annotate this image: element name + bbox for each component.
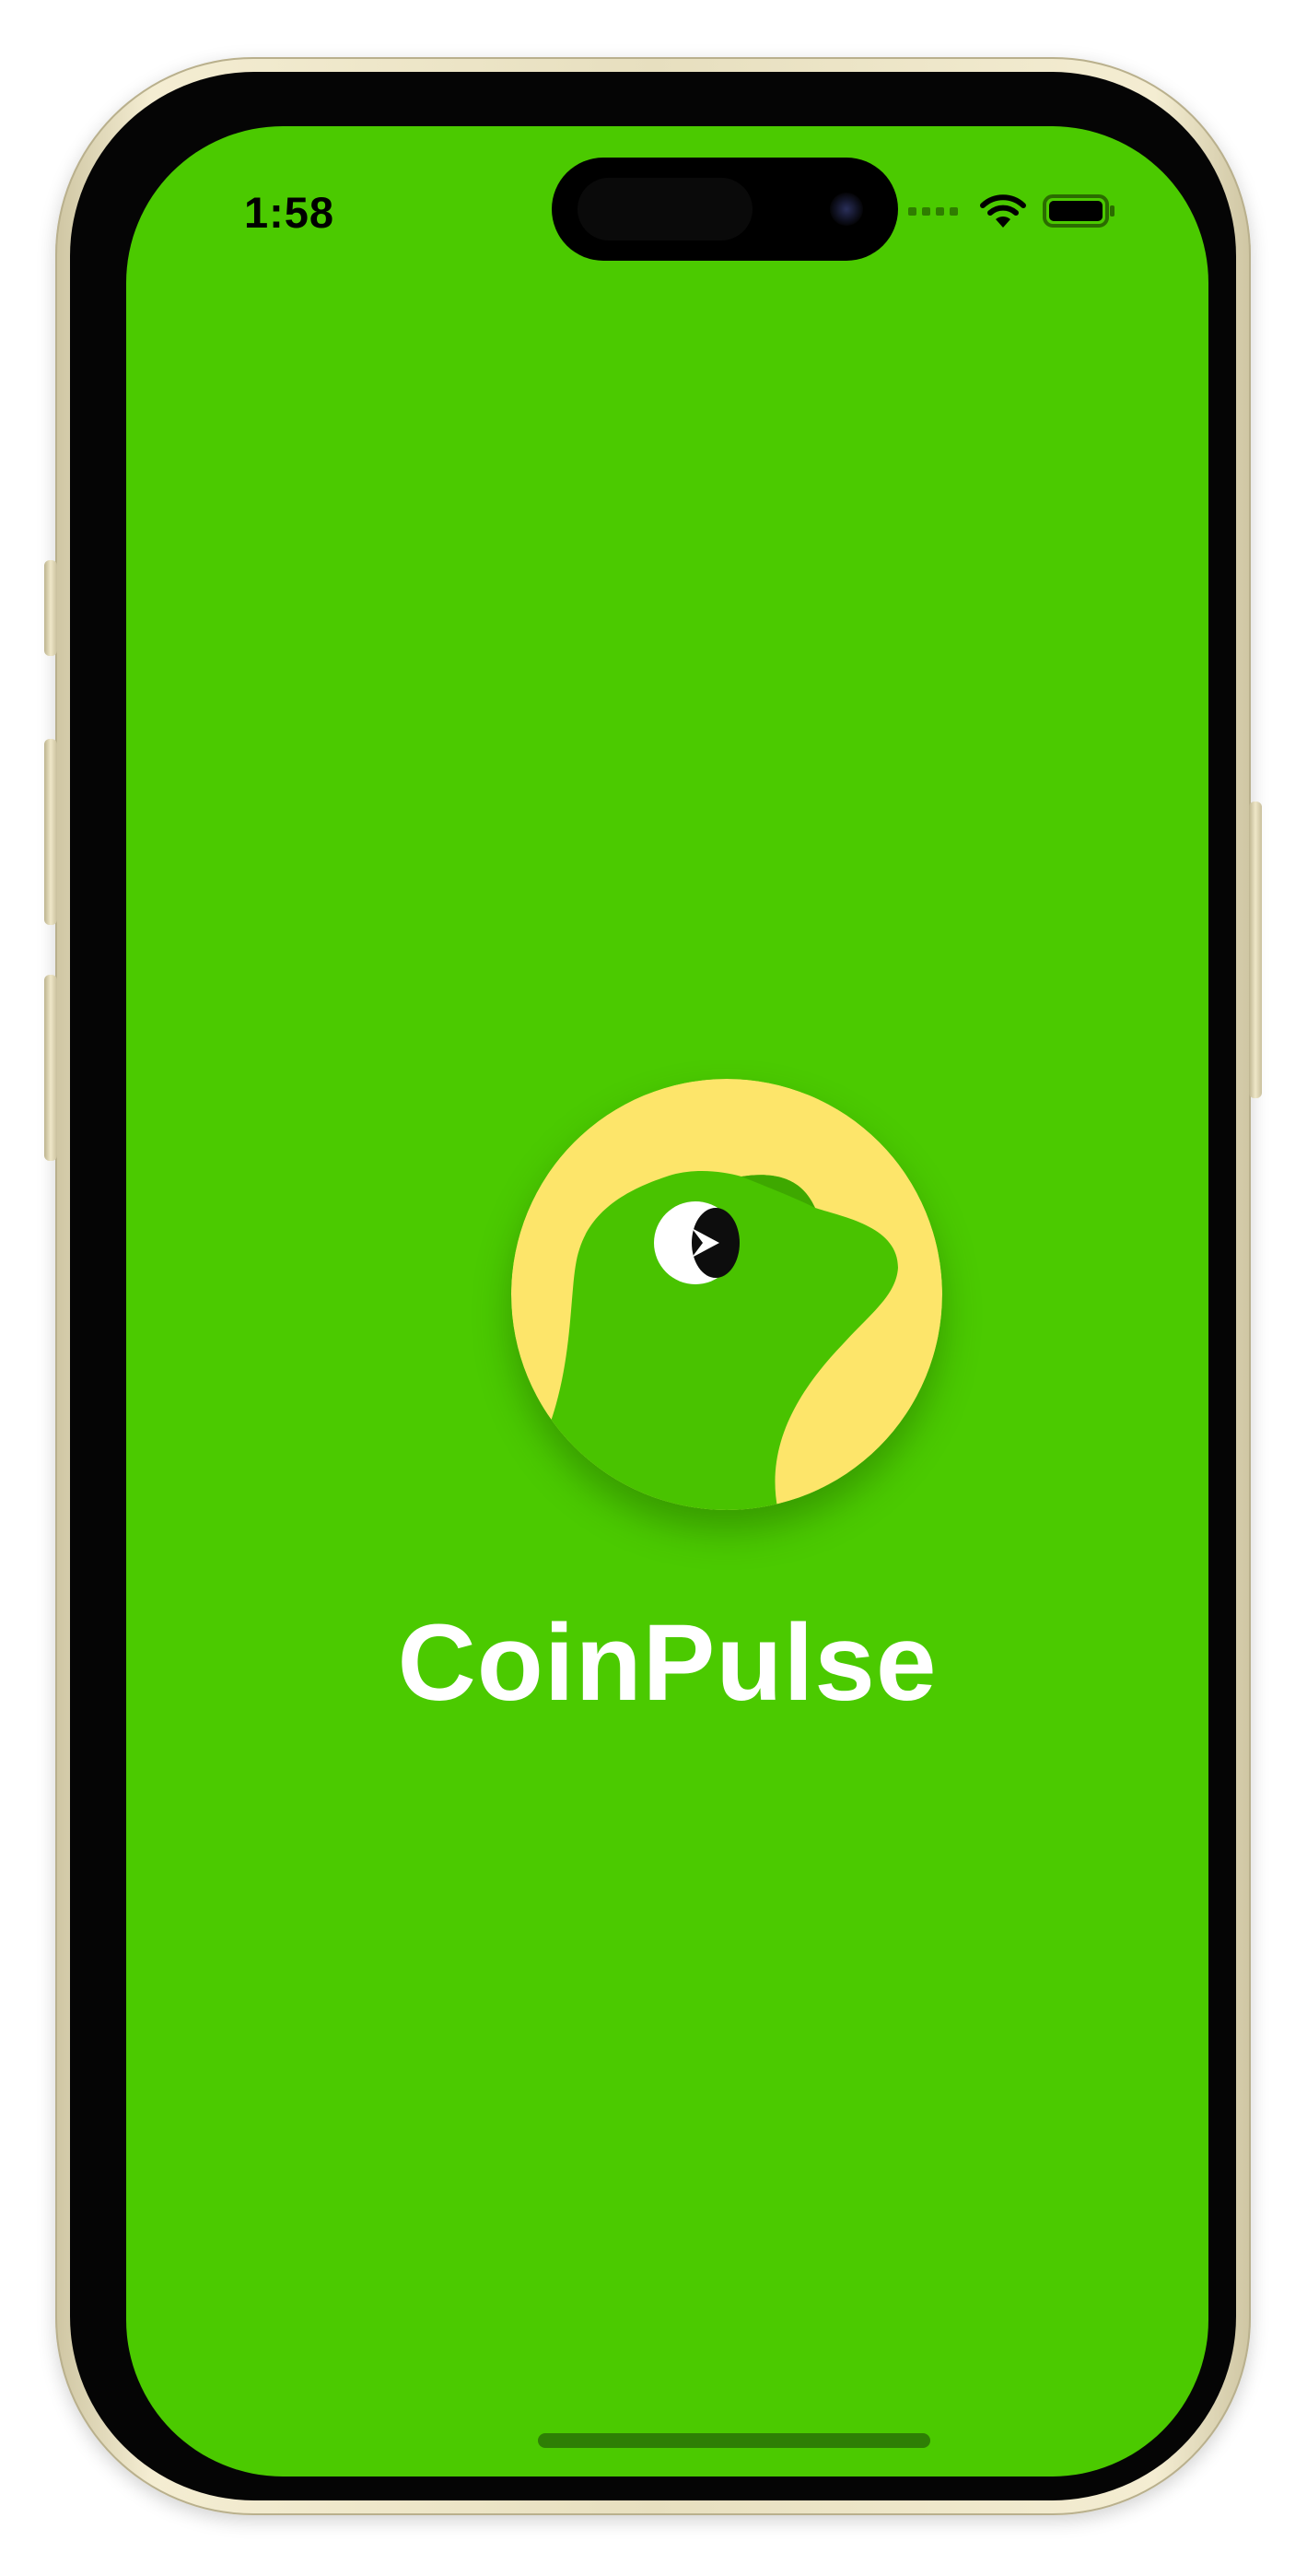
app-name: CoinPulse — [397, 1602, 938, 1724]
status-icons — [908, 189, 1116, 233]
wifi-icon — [980, 194, 1026, 228]
volume-down-button — [44, 975, 57, 1161]
cellular-signal-icon — [908, 206, 958, 216]
home-indicator[interactable] — [538, 2433, 930, 2448]
battery-icon — [1043, 194, 1114, 228]
frog-coin-logo-icon — [511, 1079, 942, 1510]
dynamic-island — [552, 158, 898, 261]
phone-frame: 1:58 CoinPulse — [44, 57, 1262, 2515]
front-camera — [830, 193, 863, 226]
face-id-sensor — [578, 178, 753, 240]
bezel: 1:58 CoinPulse — [70, 72, 1236, 2500]
action-button — [44, 560, 57, 656]
screen: 1:58 CoinPulse — [126, 126, 1208, 2476]
power-button — [1249, 802, 1262, 1098]
volume-up-button — [44, 739, 57, 925]
status-time: 1:58 — [244, 188, 335, 237]
